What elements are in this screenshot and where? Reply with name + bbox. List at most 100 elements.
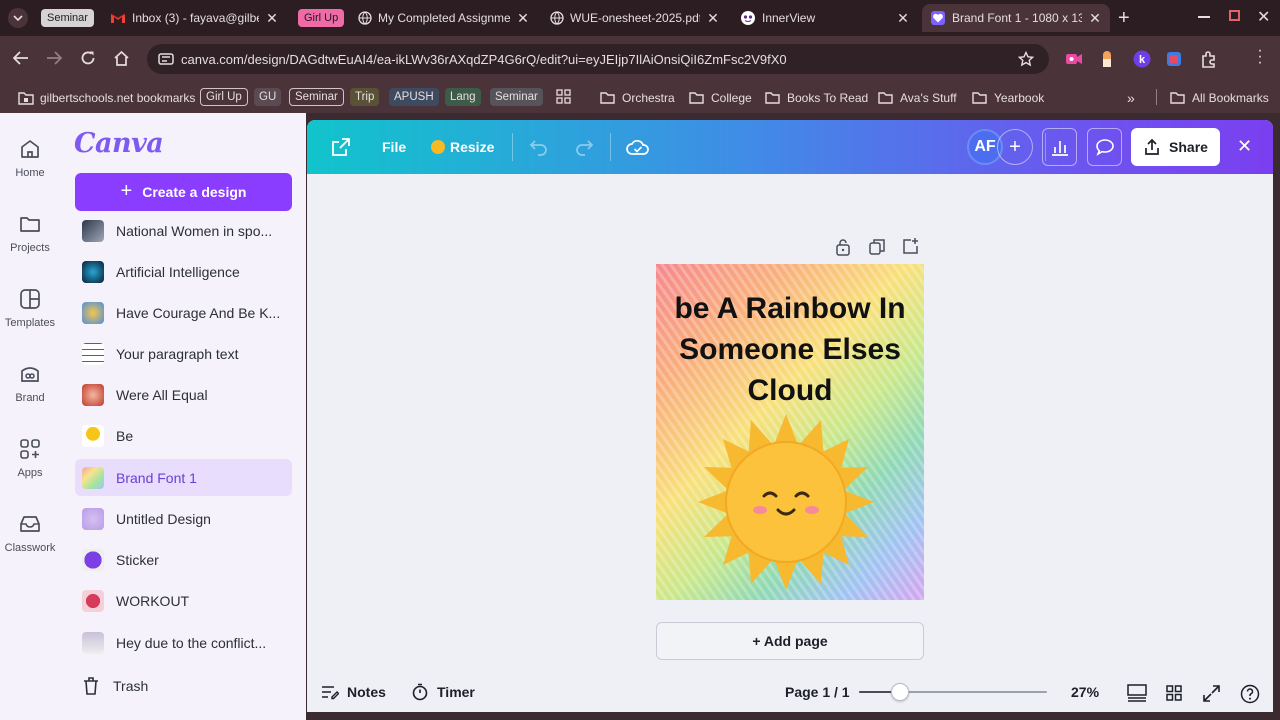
project-thumbnail	[82, 631, 104, 654]
grid-view-icon[interactable]	[1166, 685, 1182, 701]
close-tab-icon[interactable]: ✕	[265, 10, 279, 27]
add-page-icon[interactable]	[901, 237, 919, 255]
design-page[interactable]: be A Rainbow In Someone Elses Cloud	[656, 264, 924, 600]
project-item[interactable]: Be	[75, 417, 292, 454]
comments-button[interactable]	[1087, 128, 1122, 166]
tab-search-button[interactable]	[8, 8, 28, 28]
help-icon[interactable]	[1240, 684, 1260, 704]
classwork-icon	[20, 516, 40, 532]
bookmark-folder-gilbert[interactable]: gilbertschools.net bookmarks	[18, 88, 195, 107]
lock-icon[interactable]	[835, 238, 851, 256]
rail-brand[interactable]: Brand	[0, 362, 60, 404]
project-item-selected[interactable]: Brand Font 1	[75, 459, 292, 496]
duplicate-page-icon[interactable]	[868, 238, 886, 256]
cloud-saved-icon[interactable]	[626, 137, 650, 157]
project-item[interactable]: Hey due to the conflict...	[75, 624, 292, 661]
tab-innerview[interactable]: InnerView ✕	[732, 4, 918, 32]
rail-home[interactable]: Home	[0, 137, 60, 179]
fullscreen-icon[interactable]	[1203, 685, 1220, 702]
bookmark-seminar-2[interactable]: Seminar	[490, 88, 543, 106]
tab-inbox[interactable]: Inbox (3) - fayava@gilbe ✕	[102, 4, 287, 32]
project-item[interactable]: Your paragraph text	[75, 335, 292, 372]
project-item[interactable]: Sticker	[75, 541, 292, 578]
project-item[interactable]: WORKOUT	[75, 582, 292, 619]
close-tab-icon[interactable]: ✕	[896, 10, 910, 27]
file-menu-button[interactable]: File	[382, 120, 406, 174]
project-item[interactable]: Were All Equal	[75, 376, 292, 413]
invite-button[interactable]: +	[997, 129, 1033, 165]
reload-icon[interactable]	[80, 50, 96, 66]
project-item[interactable]: National Women in spo...	[75, 212, 292, 249]
screenshot-extension-icon[interactable]	[1166, 51, 1182, 67]
bookmark-girl-up[interactable]: Girl Up	[200, 88, 248, 106]
bookmark-folder-avas-stuff[interactable]: Ava's Stuff	[878, 88, 957, 107]
design-headline[interactable]: be A Rainbow In Someone Elses Cloud	[656, 288, 924, 411]
project-item[interactable]: Artificial Intelligence	[75, 253, 292, 290]
zoom-slider-handle[interactable]	[891, 683, 910, 701]
restore-button[interactable]	[1229, 10, 1240, 21]
bookmark-folder-college[interactable]: College	[689, 88, 752, 107]
project-item[interactable]: Untitled Design	[75, 500, 292, 537]
pill-extension-icon[interactable]	[1100, 50, 1114, 68]
project-item[interactable]: Have Courage And Be K...	[75, 294, 292, 331]
insights-button[interactable]	[1042, 128, 1077, 166]
kami-extension-icon[interactable]: k	[1133, 50, 1151, 68]
close-window-button[interactable]: ✕	[1257, 7, 1270, 27]
tab-assignments[interactable]: My Completed Assignme ✕	[350, 4, 538, 32]
rail-projects[interactable]: Projects	[0, 212, 60, 254]
notes-icon	[322, 686, 339, 700]
zoom-slider[interactable]	[859, 683, 1047, 701]
bookmark-folder-all[interactable]: All Bookmarks	[1170, 88, 1269, 107]
tab-brand-font[interactable]: Brand Font 1 - 1080 x 13 ✕	[922, 4, 1110, 32]
editor-header: File Resize AF + Share ✕	[307, 120, 1273, 174]
bookmark-star-icon[interactable]	[1018, 51, 1034, 67]
canva-side-rail: Home Projects Templates Brand Apps Class…	[0, 113, 60, 720]
trash-item[interactable]: Trash	[75, 667, 292, 704]
browser-menu-icon[interactable]: · · ·	[1257, 43, 1263, 71]
extensions-puzzle-icon[interactable]	[1200, 50, 1218, 68]
tab-group-label[interactable]: Seminar	[41, 9, 94, 27]
sun-illustration-icon[interactable]	[696, 412, 876, 592]
timer-button[interactable]: Timer	[411, 676, 475, 708]
rail-templates[interactable]: Templates	[0, 287, 60, 329]
rail-classwork[interactable]: Classwork	[0, 512, 60, 554]
page-view-icon[interactable]	[1127, 684, 1147, 702]
open-external-icon[interactable]	[331, 137, 351, 157]
forward-icon[interactable]	[46, 51, 62, 65]
bookmark-apush[interactable]: APUSH	[389, 88, 439, 106]
redo-icon[interactable]	[574, 138, 594, 156]
rail-apps[interactable]: Apps	[0, 437, 60, 479]
zoom-level[interactable]: 27%	[1071, 676, 1099, 708]
add-page-button[interactable]: + Add page	[656, 622, 924, 660]
bookmark-seminar[interactable]: Seminar	[289, 88, 344, 106]
tab-groups-grid-icon[interactable]	[556, 89, 571, 104]
tab-wue-pdf[interactable]: WUE-onesheet-2025.pdf ✕	[542, 4, 728, 32]
resize-button[interactable]: Resize	[431, 120, 494, 174]
bookmark-lang[interactable]: Lang	[445, 88, 481, 106]
back-icon[interactable]	[13, 51, 29, 65]
site-info-icon[interactable]	[158, 52, 174, 66]
tab-group-label[interactable]: Girl Up	[298, 9, 345, 27]
close-editor-icon[interactable]: ✕	[1237, 136, 1252, 157]
bookmark-folder-books[interactable]: Books To Read	[765, 88, 868, 107]
new-tab-button[interactable]: +	[1118, 7, 1130, 30]
bookmarks-overflow-icon[interactable]: »	[1127, 88, 1135, 107]
page-indicator[interactable]: Page 1 / 1	[785, 676, 850, 708]
undo-icon[interactable]	[529, 138, 549, 156]
screencast-extension-icon[interactable]	[1065, 51, 1083, 67]
close-tab-icon[interactable]: ✕	[516, 10, 530, 27]
minimize-button[interactable]	[1198, 16, 1210, 18]
notes-button[interactable]: Notes	[321, 676, 386, 708]
create-design-button[interactable]: + Create a design	[75, 173, 292, 211]
home-page-icon[interactable]	[113, 50, 130, 66]
share-button[interactable]: Share	[1131, 128, 1220, 166]
bookmark-folder-orchestra[interactable]: Orchestra	[600, 88, 675, 107]
close-tab-icon[interactable]: ✕	[706, 10, 720, 27]
close-tab-icon[interactable]: ✕	[1088, 10, 1102, 27]
canva-logo[interactable]: Canva	[74, 128, 164, 159]
bookmark-gu[interactable]: GU	[254, 88, 282, 106]
trash-icon	[84, 676, 98, 695]
bookmark-folder-yearbook[interactable]: Yearbook	[972, 88, 1044, 107]
address-bar[interactable]: canva.com/design/DAGdtwEuAI4/ea-ikLWv36r…	[147, 44, 1049, 74]
bookmark-trip[interactable]: Trip	[350, 88, 380, 106]
